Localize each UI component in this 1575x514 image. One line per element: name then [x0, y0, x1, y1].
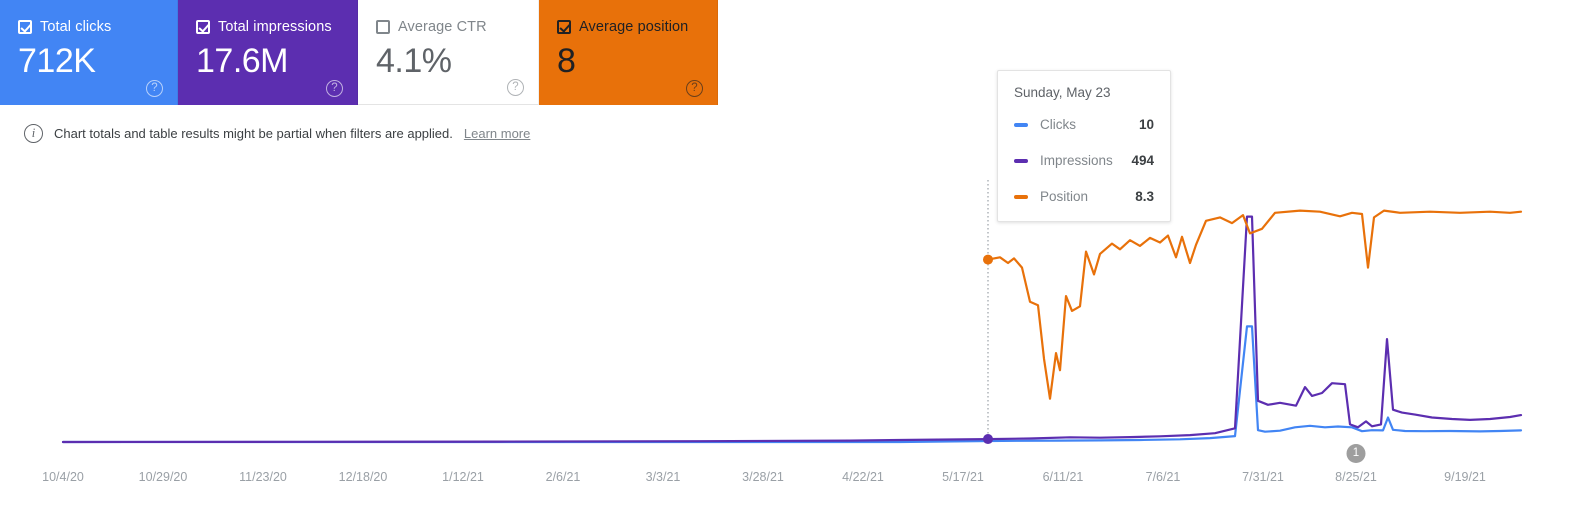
x-axis-tick: 6/11/21	[1042, 470, 1084, 484]
tooltip-series-value: 10	[1138, 117, 1154, 132]
performance-chart[interactable]: 10/4/20 10/29/20 11/23/20 12/18/20 1/12/21 2/…	[0, 160, 1575, 514]
series-swatch-icon	[1014, 194, 1028, 199]
x-axis-tick: 9/19/21	[1444, 470, 1486, 484]
tooltip-series-name: Impressions	[1040, 153, 1113, 168]
x-axis-tick: 4/22/21	[842, 470, 884, 484]
x-axis-tick: 3/3/21	[645, 470, 681, 484]
x-axis-tick: 7/6/21	[1145, 470, 1181, 484]
series-swatch-icon	[1014, 122, 1028, 127]
metric-card-average-ctr[interactable]: Average CTR 4.1% ?	[358, 0, 539, 105]
total-clicks-label: Total clicks	[40, 19, 112, 35]
help-icon[interactable]: ?	[326, 80, 343, 97]
chart-tooltip: Sunday, May 23 Clicks 10 Impressions 494 Pos…	[997, 70, 1171, 222]
metric-card-header: Average CTR	[376, 18, 538, 36]
average-position-value: 8	[557, 42, 576, 80]
x-axis-tick: 10/4/20	[42, 470, 84, 484]
cursor-point-impressions	[983, 434, 993, 445]
average-ctr-label: Average CTR	[398, 19, 487, 35]
tooltip-series-value: 494	[1131, 153, 1154, 168]
metric-card-header: Total impressions	[196, 18, 357, 36]
help-icon[interactable]: ?	[146, 80, 163, 97]
tooltip-rows: Clicks 10 Impressions 494 Position 8.3	[1014, 114, 1154, 207]
series-line-impressions	[61, 215, 1523, 444]
total-impressions-checkbox[interactable]	[196, 20, 210, 34]
help-icon[interactable]: ?	[686, 80, 703, 97]
series-swatch-icon	[1014, 158, 1028, 163]
total-impressions-value: 17.6M	[196, 42, 289, 80]
metric-card-header: Average position	[557, 18, 717, 36]
tooltip-date: Sunday, May 23	[1014, 85, 1111, 100]
tooltip-row: Clicks 10	[1014, 114, 1154, 135]
metric-card-average-position[interactable]: Average position 8 ?	[539, 0, 718, 105]
average-ctr-checkbox[interactable]	[376, 20, 390, 34]
x-axis-tick: 3/28/21	[742, 470, 784, 484]
chart-svg	[61, 180, 1523, 445]
tooltip-series-name: Clicks	[1040, 117, 1076, 132]
annotation-marker[interactable]: 1	[1346, 444, 1366, 463]
x-axis-tick: 10/29/20	[138, 470, 188, 484]
tooltip-row: Position 8.3	[1014, 186, 1154, 207]
total-clicks-checkbox[interactable]	[18, 20, 32, 34]
learn-more-link[interactable]: Learn more	[464, 126, 530, 141]
x-axis-tick: 5/17/21	[942, 470, 984, 484]
x-axis-tick: 12/18/20	[338, 470, 388, 484]
total-clicks-value: 712K	[18, 42, 96, 80]
cursor-point-position	[983, 254, 993, 265]
average-ctr-value: 4.1%	[376, 42, 452, 80]
info-icon: i	[24, 124, 43, 143]
total-impressions-label: Total impressions	[218, 19, 332, 35]
filters-info-banner: i Chart totals and table results might b…	[24, 124, 530, 143]
metric-cards: Total clicks 712K ? Total impressions 17…	[0, 0, 718, 105]
tooltip-row: Impressions 494	[1014, 150, 1154, 171]
metric-card-header: Total clicks	[18, 18, 177, 36]
series-line-clicks	[61, 325, 1523, 444]
banner-text: Chart totals and table results might be …	[54, 126, 453, 141]
metric-card-total-clicks[interactable]: Total clicks 712K ?	[0, 0, 178, 105]
metric-card-total-impressions[interactable]: Total impressions 17.6M ?	[178, 0, 358, 105]
search-performance-page: Total clicks 712K ? Total impressions 17…	[0, 0, 1575, 514]
help-icon[interactable]: ?	[507, 79, 524, 96]
x-axis-tick: 7/31/21	[1242, 470, 1284, 484]
average-position-label: Average position	[579, 19, 689, 35]
x-axis-tick: 2/6/21	[545, 470, 581, 484]
tooltip-series-name: Position	[1040, 189, 1089, 204]
x-axis-tick: 11/23/20	[239, 470, 287, 484]
tooltip-series-value: 8.3	[1135, 189, 1154, 204]
x-axis-tick: 8/25/21	[1335, 470, 1377, 484]
x-axis: 10/4/20 10/29/20 11/23/20 12/18/20 1/12/21 2/…	[0, 470, 1575, 500]
average-position-checkbox[interactable]	[557, 20, 571, 34]
x-axis-tick: 1/12/21	[442, 470, 484, 484]
